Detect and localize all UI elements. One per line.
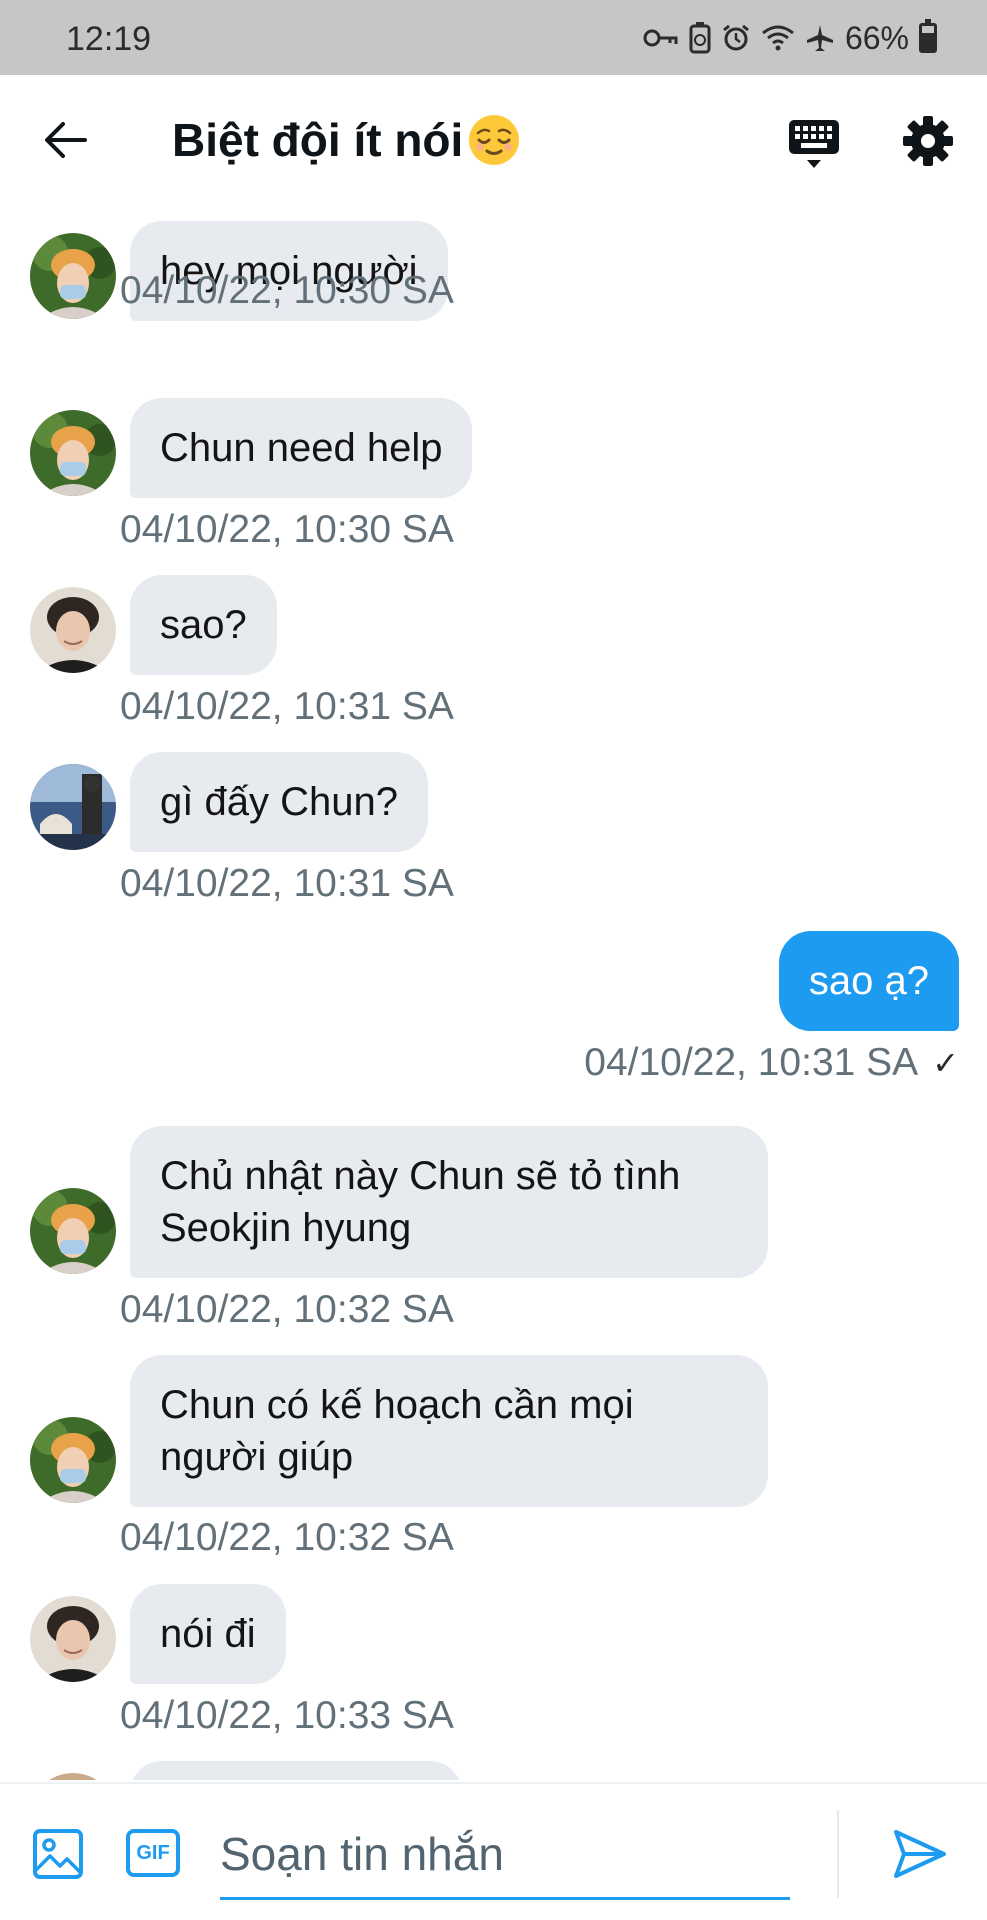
message-text: Chủ nhật này Chun sẽ tỏ tình Seokjin hyu… — [160, 1154, 681, 1250]
battery-saver-icon — [689, 22, 711, 54]
conversation-header: Biệt đội ít nói — [0, 75, 987, 205]
battery-percent: 66% — [844, 19, 909, 56]
message-text: sao? — [160, 603, 247, 647]
back-arrow-icon — [45, 122, 87, 158]
message-bubble[interactable]: gì đấy Chun? — [130, 752, 428, 852]
message-bubble[interactable] — [130, 1761, 462, 1780]
message-bubble[interactable]: nói đi — [130, 1584, 286, 1684]
avatar[interactable] — [30, 1188, 116, 1274]
status-bar: 12:19 66% — [0, 0, 987, 75]
message-timestamp: 04/10/22, 10:31 SA — [120, 685, 454, 728]
message-timestamp: 04/10/22, 10:31 SA ✓ — [584, 1041, 959, 1084]
conversation-title-text: Biệt đội ít nói — [172, 114, 464, 166]
avatar[interactable] — [30, 410, 116, 496]
message-timestamp: 04/10/22, 10:33 SA — [120, 1694, 454, 1737]
message-input[interactable] — [220, 1810, 790, 1900]
status-icons: 66% — [643, 18, 937, 58]
message-bubble[interactable]: sao? — [130, 575, 277, 675]
wifi-icon — [761, 24, 795, 52]
relieved-face-emoji — [467, 113, 521, 167]
message-bubble[interactable]: Chun có kế hoạch cần mọi người giúp — [130, 1355, 768, 1507]
message-timestamp: 04/10/22, 10:30 SA — [120, 508, 454, 551]
gear-icon — [903, 116, 953, 166]
avatar[interactable] — [30, 1417, 116, 1503]
message-text: sao ạ? — [808, 959, 929, 1003]
message-text: Chun có kế hoạch cần mọi người giúp — [160, 1383, 634, 1479]
avatar[interactable] — [30, 587, 116, 673]
avatar[interactable] — [30, 1773, 116, 1780]
settings-button[interactable] — [900, 113, 956, 169]
message-list[interactable]: hey mọi người 04/10/22, 10:30 SA Chun ne… — [0, 205, 987, 1780]
media-button[interactable] — [32, 1828, 84, 1880]
vpn-key-icon — [643, 26, 679, 50]
gif-label: GIF — [136, 1841, 170, 1864]
compose-divider — [837, 1810, 839, 1898]
keyboard-button[interactable] — [786, 117, 842, 173]
gif-button[interactable]: GIF — [125, 1828, 181, 1878]
back-button[interactable] — [40, 115, 90, 165]
send-icon — [894, 1830, 946, 1878]
image-icon — [33, 1829, 83, 1879]
keyboard-icon — [789, 120, 839, 168]
compose-bar: GIF — [0, 1782, 987, 1920]
send-button[interactable] — [892, 1826, 948, 1882]
message-timestamp: 04/10/22, 10:32 SA — [120, 1516, 454, 1559]
message-timestamp: 04/10/22, 10:30 SA — [120, 269, 454, 312]
alarm-icon — [721, 23, 751, 53]
battery-icon — [919, 19, 937, 53]
avatar[interactable] — [30, 764, 116, 850]
message-bubble[interactable]: Chun need help — [130, 398, 473, 498]
message-timestamp: 04/10/22, 10:32 SA — [120, 1288, 454, 1331]
avatar[interactable] — [30, 1596, 116, 1682]
message-timestamp: 04/10/22, 10:31 SA — [120, 862, 454, 905]
message-bubble[interactable]: Chủ nhật này Chun sẽ tỏ tình Seokjin hyu… — [130, 1126, 768, 1278]
airplane-icon — [805, 23, 835, 53]
message-bubble-outgoing[interactable]: sao ạ? — [778, 931, 959, 1031]
status-time: 12:19 — [66, 20, 152, 58]
conversation-title[interactable]: Biệt đội ít nói — [172, 113, 521, 167]
message-text: nói đi — [160, 1612, 256, 1656]
message-text: gì đấy Chun? — [160, 780, 398, 824]
message-text: Chun need help — [160, 426, 443, 470]
avatar[interactable] — [30, 233, 116, 319]
sent-check-icon: ✓ — [932, 1045, 959, 1081]
